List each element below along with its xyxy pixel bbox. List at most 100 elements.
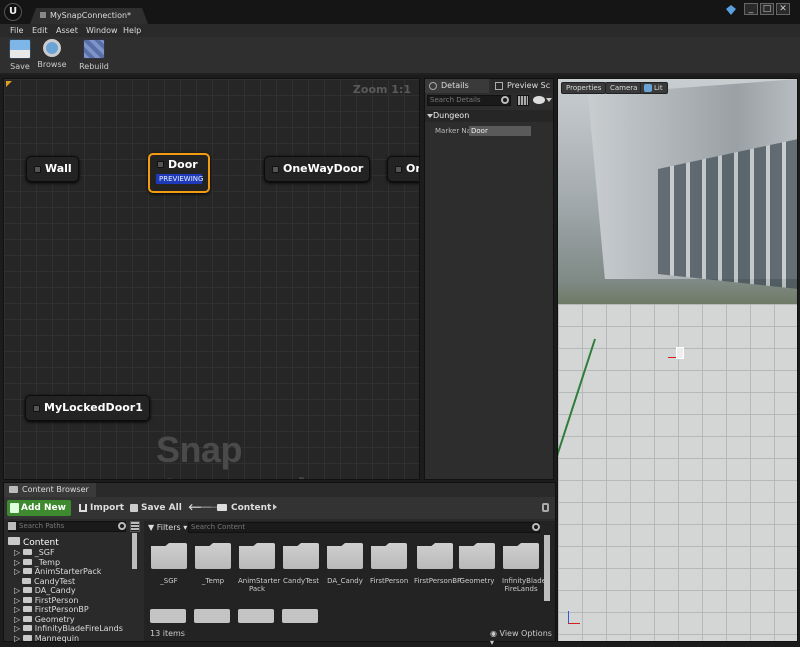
asset-folder[interactable]: _Temp (194, 543, 232, 585)
graph-watermark: Snap Connection (156, 429, 349, 479)
tree-item-label: FirstPersonBP (34, 605, 89, 614)
folder-thumbnail-icon (371, 543, 407, 569)
asset-folder-partial[interactable] (238, 609, 274, 623)
node-title: On (406, 162, 419, 175)
viewport-lit-label: Lit (654, 84, 663, 92)
viewport-properties-button[interactable]: Properties (561, 82, 607, 94)
asset-folder[interactable]: CandyTest (282, 543, 320, 585)
grid-view-icon[interactable] (517, 95, 529, 106)
collapse-tree-icon[interactable] (8, 522, 16, 530)
asset-folder[interactable]: FirstPersonBP (414, 543, 461, 585)
tree-item[interactable]: ▷ FirstPerson (14, 596, 78, 606)
import-label: Import (90, 503, 125, 513)
asset-folder[interactable]: DA_Candy (326, 543, 364, 585)
graph-editor[interactable]: Zoom 1:1 Snap Connection Wall Door PREVIE… (3, 78, 420, 480)
tree-item[interactable]: ▷ FirstPersonBP (14, 605, 89, 615)
save-all-button[interactable]: Save All (129, 500, 182, 516)
menu-file[interactable]: File (10, 24, 23, 37)
viewport-camera-button[interactable]: Camera (605, 82, 643, 94)
category-dungeon[interactable]: Dungeon (425, 110, 553, 122)
tab-preview-scene[interactable]: Preview Sc (491, 79, 553, 93)
asset-label: InfinityBlade FireLands (502, 577, 546, 593)
asset-folder[interactable]: _SGF (150, 543, 188, 585)
preview-viewport[interactable]: Properties Camera Lit (557, 78, 798, 642)
tree-item[interactable]: ▷ AnimStarterPack (14, 567, 101, 577)
search-content-input[interactable]: Search Content (188, 522, 540, 533)
node-partial[interactable]: On (387, 156, 419, 182)
filters-button[interactable]: ▼ Filters ▾ (148, 522, 187, 534)
axis-indicator-icon (568, 611, 582, 625)
maximize-button[interactable]: □ (760, 3, 774, 15)
folder-icon (22, 596, 32, 603)
asset-folder-partial[interactable] (194, 609, 230, 623)
previewing-badge: PREVIEWING (156, 174, 203, 184)
folder-icon (217, 504, 227, 511)
path-content-button[interactable]: Content (217, 500, 271, 516)
node-mylockeddoor1[interactable]: MyLockedDoor1 (25, 395, 150, 421)
rebuild-button[interactable]: Rebuild (76, 39, 112, 73)
eye-icon[interactable] (533, 96, 545, 104)
path-arrow-icon[interactable] (273, 504, 277, 510)
document-tab-title: MySnapConnection* (50, 11, 132, 20)
tree-item[interactable]: ▷ InfinityBladeFireLands (14, 624, 123, 634)
content-tree-panel: Search Paths Content ▷ _SGF ▷ _Temp ▷ An… (6, 521, 140, 644)
add-new-button[interactable]: Add New ▾ (7, 500, 71, 529)
folder-icon (22, 606, 32, 612)
search-icon (501, 96, 509, 104)
add-new-label: Add New (21, 503, 66, 513)
asset-folder[interactable]: InfinityBlade FireLands (502, 543, 546, 593)
tree-root-content[interactable]: Content (8, 537, 59, 549)
save-button[interactable]: Save (2, 39, 38, 73)
save-all-label: Save All (141, 503, 182, 513)
view-options-button[interactable]: ◉ View Options ▾ (490, 629, 555, 647)
asset-folder[interactable]: Geometry (458, 543, 496, 585)
asset-label: DA_Candy (327, 577, 363, 585)
node-door[interactable]: Door PREVIEWING (148, 153, 210, 193)
folder-icon (22, 558, 32, 565)
view-options-label: View Options (499, 629, 552, 638)
marker-name-field[interactable]: Door (469, 126, 531, 136)
tree-item[interactable]: ▷ DA_Candy (14, 586, 76, 596)
asset-folder[interactable]: FirstPerson (370, 543, 408, 585)
gizmo-x-axis (668, 357, 676, 358)
menu-edit[interactable]: Edit (32, 24, 48, 37)
menu-bar (0, 24, 800, 37)
node-onewaydoor[interactable]: OneWayDoor (264, 156, 371, 182)
details-search-input[interactable]: Search Details (427, 95, 511, 106)
search-paths-input[interactable]: Search Paths (8, 521, 126, 532)
lock-icon[interactable] (542, 503, 549, 512)
chevron-down-icon[interactable] (546, 98, 552, 102)
save-label: Save (10, 62, 30, 71)
tab-content-browser[interactable]: Content Browser (4, 483, 96, 497)
asset-label: FirstPersonBP (414, 577, 462, 585)
tree-item[interactable]: ▷ Mannequin (14, 634, 79, 644)
folder-thumbnail-icon (417, 543, 453, 569)
tree-item[interactable]: ▷ Geometry (14, 615, 75, 625)
asset-scrollbar[interactable] (544, 535, 550, 601)
document-tab[interactable]: MySnapConnection* (30, 8, 148, 24)
viewport-lit-button[interactable]: Lit (640, 82, 668, 94)
tree-item[interactable]: CandyTest (22, 577, 75, 587)
asset-folder-partial[interactable] (150, 609, 186, 623)
node-title: OneWayDoor (283, 162, 364, 175)
menu-help[interactable]: Help (123, 24, 141, 37)
menu-asset[interactable]: Asset (56, 24, 78, 37)
folder-thumbnail-icon (239, 543, 275, 569)
tree-options-icon[interactable] (130, 521, 140, 532)
asset-folder-partial[interactable] (282, 609, 318, 623)
tab-preview-label: Preview Sc (507, 81, 551, 90)
tree-scrollbar[interactable] (132, 533, 137, 569)
pivot-gizmo-icon (676, 347, 684, 359)
menu-window[interactable]: Window (86, 24, 118, 37)
close-button[interactable]: ✕ (776, 3, 790, 15)
minimize-button[interactable]: _ (744, 3, 758, 15)
asset-folder[interactable]: AnimStarter Pack (238, 543, 280, 593)
tab-details-label: Details (441, 81, 469, 90)
tree-item[interactable]: ▷ _SGF (14, 548, 55, 558)
tree-item[interactable]: ▷ _Temp (14, 558, 60, 568)
browse-button[interactable]: Browse (34, 39, 70, 73)
tab-details[interactable]: Details (425, 79, 489, 93)
import-button[interactable]: Import (78, 500, 124, 516)
folder-thumbnail-icon (459, 543, 495, 569)
node-wall[interactable]: Wall (26, 156, 79, 182)
